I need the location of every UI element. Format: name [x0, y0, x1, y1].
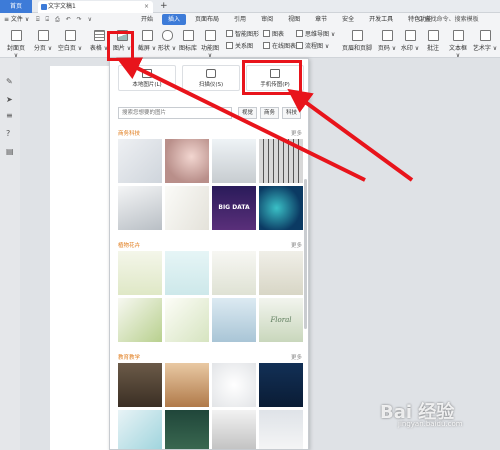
- annotation-arrows: [116, 57, 414, 182]
- arrow-to-phone-image: [287, 88, 414, 182]
- watermark-url: jingyan.baidu.com: [398, 420, 463, 428]
